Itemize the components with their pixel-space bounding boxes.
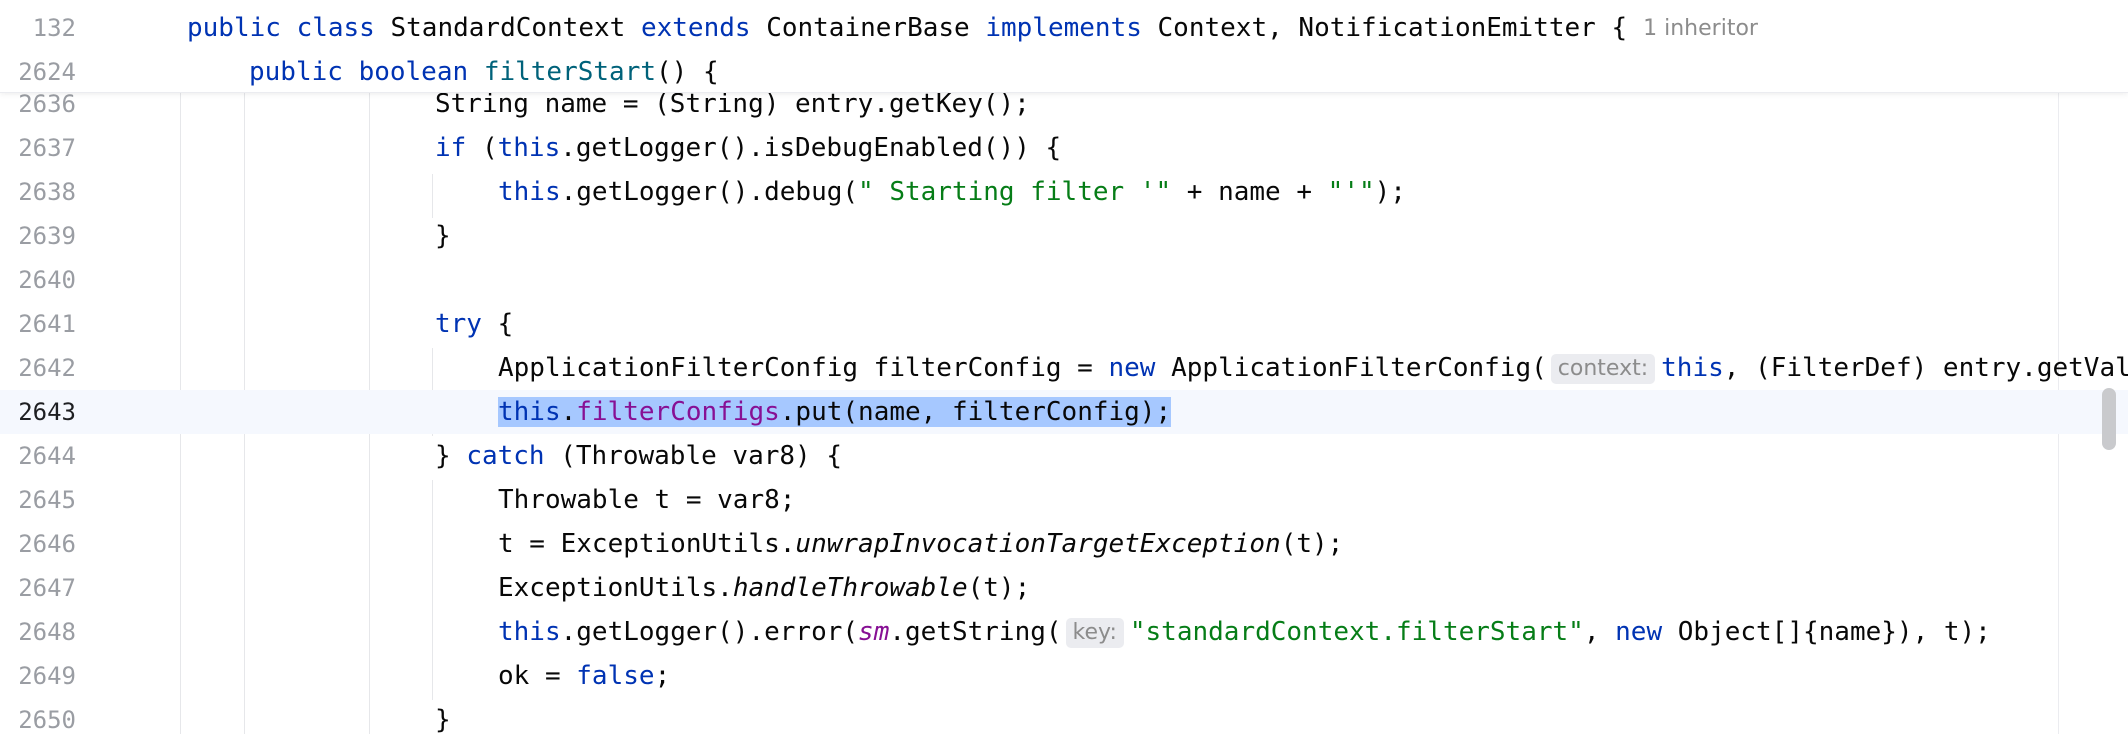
- line-number: 2644: [18, 442, 76, 470]
- line-number: 2637: [18, 134, 76, 162]
- code-text: Throwable t = var8;: [498, 485, 796, 515]
- sticky-line-method[interactable]: 2624 public boolean filterStart() {: [0, 50, 2128, 94]
- text-selection[interactable]: this.filterConfigs.put(name, filterConfi…: [498, 397, 1172, 427]
- line-number: 2648: [18, 618, 76, 646]
- code-text: try {: [435, 309, 514, 339]
- code-line[interactable]: 2644 } catch (Throwable var8) {: [0, 434, 2128, 478]
- scrollbar-thumb[interactable]: [2102, 388, 2116, 450]
- line-number: 2642: [18, 354, 76, 382]
- code-line[interactable]: 2646 t = ExceptionUtils.unwrapInvocation…: [0, 522, 2128, 566]
- code-text: public boolean filterStart() {: [249, 57, 719, 87]
- parameter-hint: context:: [1550, 354, 1656, 384]
- code-text: ApplicationFilterConfig filterConfig = n…: [498, 353, 2128, 384]
- code-line[interactable]: 2650 }: [0, 698, 2128, 734]
- code-line[interactable]: 2637 if (this.getLogger().isDebugEnabled…: [0, 126, 2128, 170]
- code-line[interactable]: 2642 ApplicationFilterConfig filterConfi…: [0, 346, 2128, 390]
- code-line[interactable]: 2647 ExceptionUtils.handleThrowable(t);: [0, 566, 2128, 610]
- line-number: 2643: [18, 398, 76, 426]
- code-line[interactable]: 2640: [0, 258, 2128, 302]
- code-text: t = ExceptionUtils.unwrapInvocationTarge…: [498, 529, 1344, 559]
- code-line[interactable]: 2638 this.getLogger().debug(" Starting f…: [0, 170, 2128, 214]
- line-number: 2646: [18, 530, 76, 558]
- line-number: 2645: [18, 486, 76, 514]
- line-number: 2638: [18, 178, 76, 206]
- line-number: 2647: [18, 574, 76, 602]
- inheritor-hint[interactable]: 1 inheritor: [1643, 7, 1758, 51]
- line-number: 2650: [18, 706, 76, 734]
- code-text: this.filterConfigs.put(name, filterConfi…: [498, 390, 1172, 434]
- code-text: public class StandardContext extends Con…: [187, 6, 1758, 51]
- code-text: } catch (Throwable var8) {: [435, 441, 842, 471]
- current-code-line[interactable]: 2643 this.filterConfigs.put(name, filter…: [0, 390, 2128, 434]
- line-number: 132: [32, 14, 76, 42]
- line-number: 2641: [18, 310, 76, 338]
- line-number: 2640: [18, 266, 76, 294]
- sticky-scope-header[interactable]: 132 public class StandardContext extends…: [0, 0, 2128, 93]
- line-number: 2624: [18, 58, 76, 86]
- sticky-line-class[interactable]: 132 public class StandardContext extends…: [0, 6, 2128, 50]
- code-text: }: [435, 705, 451, 734]
- code-text: if (this.getLogger().isDebugEnabled()) {: [435, 133, 1062, 163]
- code-line[interactable]: 2641 try {: [0, 302, 2128, 346]
- line-number: 2639: [18, 222, 76, 250]
- code-line[interactable]: 2639 }: [0, 214, 2128, 258]
- code-text: this.getLogger().debug(" Starting filter…: [498, 177, 1406, 207]
- code-text: ok = false;: [498, 661, 671, 691]
- code-editor[interactable]: 2636 String name = (String) entry.getKey…: [0, 0, 2128, 734]
- code-line[interactable]: 2645 Throwable t = var8;: [0, 478, 2128, 522]
- parameter-hint: key:: [1065, 618, 1124, 648]
- code-line[interactable]: 2648 this.getLogger().error(sm.getString…: [0, 610, 2128, 654]
- code-text: }: [435, 221, 451, 251]
- code-text: ExceptionUtils.handleThrowable(t);: [498, 573, 1031, 603]
- line-number: 2649: [18, 662, 76, 690]
- code-text: this.getLogger().error(sm.getString(key:…: [498, 617, 1991, 648]
- code-line[interactable]: 2649 ok = false;: [0, 654, 2128, 698]
